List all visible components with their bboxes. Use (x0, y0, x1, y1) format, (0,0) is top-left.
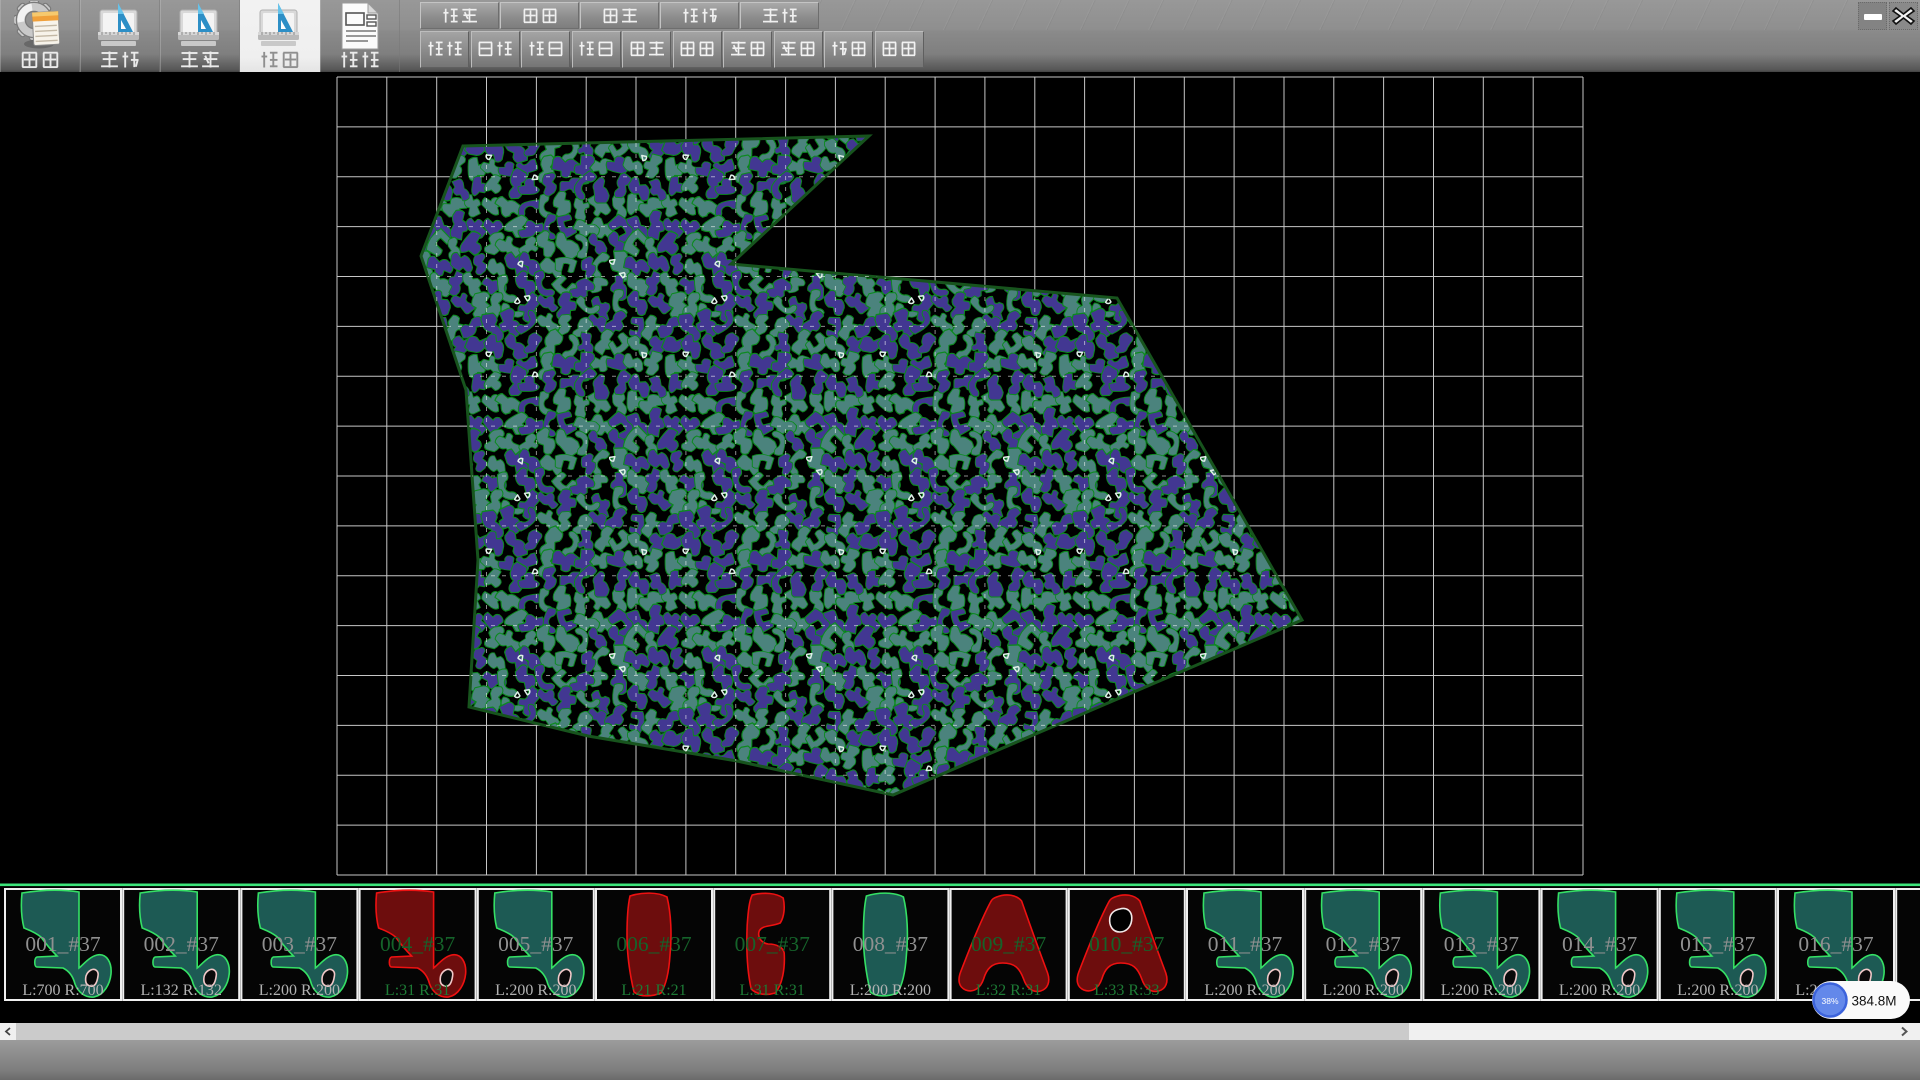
svg-text:001_#37: 001_#37 (25, 932, 101, 956)
svg-text:L:200 R:200: L:200 R:200 (1323, 982, 1404, 999)
svg-text:005_#37: 005_#37 (498, 932, 574, 956)
svg-text:38%: 38% (1821, 996, 1838, 1006)
svg-text:006_#37: 006_#37 (616, 932, 692, 956)
svg-text:L:200 R:200: L:200 R:200 (1677, 982, 1758, 999)
svg-text:L:21 R:21: L:21 R:21 (621, 982, 686, 999)
svg-text:L:33 R:33: L:33 R:33 (1094, 982, 1159, 999)
svg-text:010_#37: 010_#37 (1089, 932, 1165, 956)
svg-text:L:200 R:200: L:200 R:200 (1559, 982, 1640, 999)
svg-text:004_#37: 004_#37 (380, 932, 456, 956)
svg-text:009_#37: 009_#37 (971, 932, 1047, 956)
svg-text:015_#37: 015_#37 (1680, 932, 1756, 956)
svg-text:L:200 R:200: L:200 R:200 (1204, 982, 1285, 999)
svg-text:L:200 R:200: L:200 R:200 (1441, 982, 1522, 999)
svg-text:L:132 R:132: L:132 R:132 (141, 982, 222, 999)
svg-text:012_#37: 012_#37 (1326, 932, 1402, 956)
svg-text:003_#37: 003_#37 (262, 932, 338, 956)
svg-text:L:31 R:31: L:31 R:31 (740, 982, 805, 999)
svg-text:008_#37: 008_#37 (853, 932, 929, 956)
svg-text:011_#37: 011_#37 (1208, 932, 1283, 956)
svg-text:L:200 R:200: L:200 R:200 (850, 982, 931, 999)
svg-text:002_#37: 002_#37 (144, 932, 220, 956)
svg-text:L:700 R:700: L:700 R:700 (22, 982, 103, 999)
svg-text:L:31 R:31: L:31 R:31 (385, 982, 450, 999)
svg-text:L:200 R:200: L:200 R:200 (495, 982, 576, 999)
svg-text:013_#37: 013_#37 (1444, 932, 1520, 956)
svg-text:016_#37: 016_#37 (1798, 932, 1874, 956)
svg-text:014_#37: 014_#37 (1562, 932, 1638, 956)
svg-text:007_#37: 007_#37 (735, 932, 811, 956)
svg-text:L:200 R:200: L:200 R:200 (259, 982, 340, 999)
svg-text:L:32 R:31: L:32 R:31 (976, 982, 1041, 999)
svg-text:384.8M: 384.8M (1851, 994, 1896, 1009)
